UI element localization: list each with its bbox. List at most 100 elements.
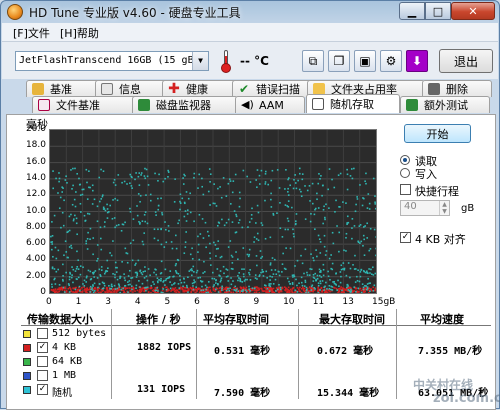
maximize-button[interactable]: □ — [425, 2, 451, 20]
point-random — [285, 204, 287, 206]
point-random — [205, 285, 207, 287]
point-random — [354, 225, 356, 227]
point-random — [205, 246, 207, 248]
point-random — [135, 172, 137, 174]
point-random — [293, 179, 295, 181]
point-random — [117, 174, 119, 176]
read-radio[interactable] — [400, 155, 410, 165]
point-random — [352, 264, 354, 266]
point-random — [285, 229, 287, 231]
tab-file-benchmark[interactable]: 文件基准 — [32, 96, 146, 113]
point-random — [201, 286, 203, 288]
point-random — [327, 189, 329, 191]
save-button[interactable]: ▣ — [354, 50, 376, 72]
point-random — [319, 289, 321, 291]
point-random — [217, 188, 219, 190]
point-random — [360, 241, 362, 243]
start-button[interactable]: 开始 — [404, 124, 471, 143]
point-random — [86, 182, 88, 184]
point-random — [265, 271, 267, 273]
point-random — [94, 290, 96, 292]
toolbar: JetFlashTranscend 16GB (15 gB) ▼ -- °C ⧉… — [2, 41, 498, 79]
row-checkbox[interactable] — [37, 356, 48, 367]
point-random — [314, 273, 316, 275]
quick-stroke-stepper[interactable]: 40 ▲▼ — [400, 200, 450, 216]
row-label: 1 MB — [52, 370, 76, 381]
point-random — [123, 273, 125, 275]
point-random — [309, 268, 311, 270]
point-random — [305, 281, 307, 283]
minimize-button[interactable]: ▁ — [399, 2, 425, 20]
point-4kb — [292, 292, 294, 293]
point-random — [97, 258, 99, 260]
point-random — [184, 282, 186, 284]
exit-button[interactable]: 退出 — [439, 49, 493, 73]
tab-disk-monitor[interactable]: 磁盘监视器 — [132, 96, 238, 113]
point-4kb — [165, 287, 167, 289]
point-random — [136, 205, 138, 207]
tab-info[interactable]: 信息 — [95, 80, 171, 97]
point-random — [220, 281, 222, 283]
point-4kb — [72, 291, 74, 293]
tab-extra-tests[interactable]: 额外测试 — [400, 96, 490, 113]
point-random — [100, 275, 102, 277]
column-divider — [396, 309, 397, 399]
point-random — [63, 254, 65, 256]
row-checkbox[interactable]: ✓ — [37, 342, 48, 353]
point-random — [165, 269, 167, 271]
download-button[interactable]: ⬇ — [406, 50, 428, 72]
stepper-arrows-icon[interactable]: ▲▼ — [439, 201, 449, 215]
point-random — [247, 226, 249, 228]
tab-aam[interactable]: ◀) AAM — [235, 96, 305, 113]
quick-stroke-checkbox[interactable] — [400, 184, 411, 195]
row-checkbox[interactable]: ✓ — [37, 384, 48, 395]
settings-button[interactable]: ⚙ — [380, 50, 402, 72]
app-window: HD Tune 专业版 v4.60 - 硬盘专业工具 ▁ □ ✕ [F]文件 [… — [0, 0, 500, 409]
point-random — [82, 189, 84, 191]
copy-info-button[interactable]: ⧉ — [302, 50, 324, 72]
point-random — [223, 272, 225, 274]
point-random — [362, 245, 364, 247]
menu-file[interactable]: [F]文件 — [13, 25, 50, 41]
point-random — [200, 233, 202, 235]
point-random — [90, 271, 92, 273]
point-random — [148, 268, 150, 270]
point-random — [284, 268, 286, 270]
copy-screen-button[interactable]: ❐ — [328, 50, 350, 72]
point-random — [100, 198, 102, 200]
point-random — [179, 209, 181, 211]
point-random — [136, 276, 138, 278]
chevron-down-icon[interactable]: ▼ — [192, 52, 208, 70]
point-random — [252, 287, 254, 289]
point-random — [298, 282, 300, 284]
point-random — [287, 179, 289, 181]
menu-help[interactable]: [H]帮助 — [60, 25, 99, 41]
point-4kb — [317, 287, 319, 289]
point-random — [292, 276, 294, 278]
write-radio[interactable] — [400, 168, 410, 178]
row-checkbox[interactable] — [37, 370, 48, 381]
point-random — [340, 276, 342, 278]
align-4kb-checkbox[interactable]: ✓ — [400, 232, 411, 243]
point-random — [155, 211, 157, 213]
point-random — [125, 248, 127, 250]
point-random — [238, 222, 240, 224]
drive-select[interactable]: JetFlashTranscend 16GB (15 gB) ▼ — [15, 51, 209, 71]
point-random — [293, 188, 295, 190]
point-random — [269, 290, 271, 292]
point-random — [160, 197, 162, 199]
row-label: 512 bytes — [52, 328, 106, 339]
point-random — [175, 263, 177, 265]
point-random — [76, 222, 78, 224]
point-4kb — [273, 291, 275, 293]
tab-random-access[interactable]: 随机存取 — [306, 94, 400, 113]
close-button[interactable]: ✕ — [451, 2, 495, 20]
row-checkbox[interactable] — [37, 328, 48, 339]
point-random — [178, 273, 180, 275]
point-4kb — [171, 289, 173, 291]
tab-erase[interactable]: 删除 — [422, 80, 492, 97]
point-random — [109, 205, 111, 207]
point-random — [199, 277, 201, 279]
point-random — [301, 277, 303, 279]
x-tick-label: 0 — [46, 297, 52, 307]
